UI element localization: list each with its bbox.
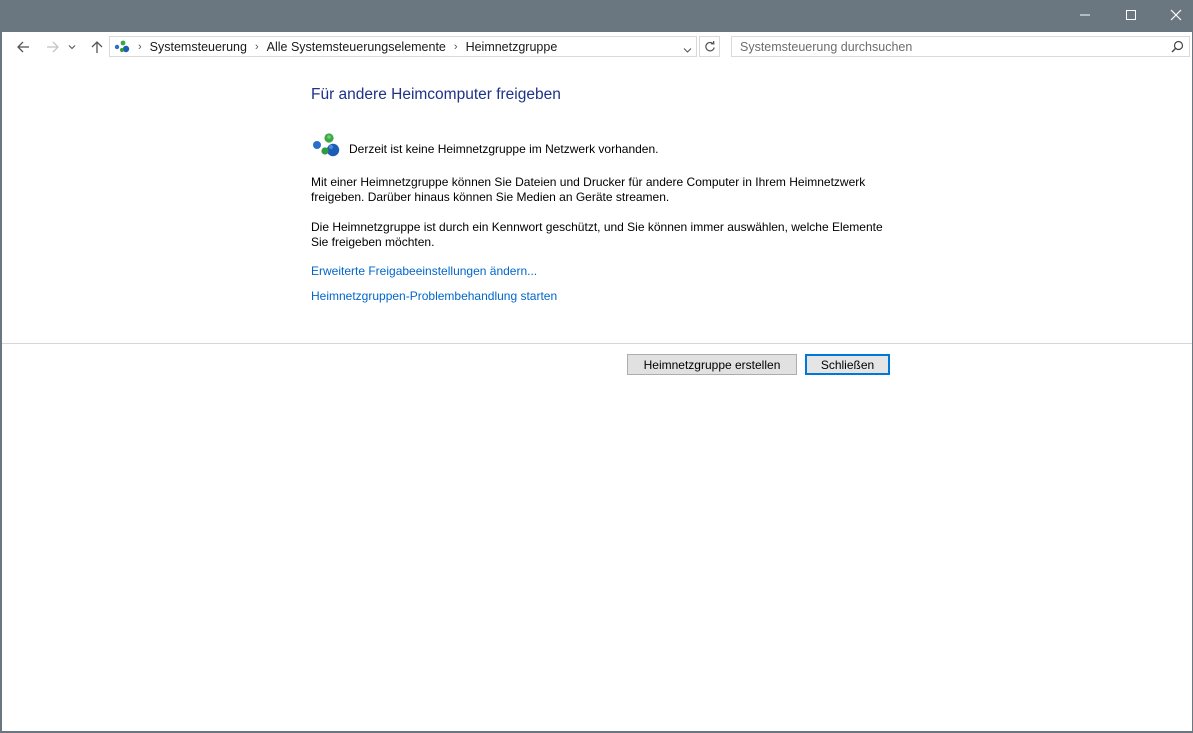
maximize-icon (1126, 10, 1136, 20)
chevron-down-icon (683, 48, 692, 53)
breadcrumb-alle-elemente[interactable]: Alle Systemsteuerungselemente (267, 40, 446, 54)
up-arrow-icon (91, 41, 103, 53)
search-icon[interactable] (1171, 40, 1184, 56)
description-paragraph: Mit einer Heimnetzgruppe können Sie Date… (311, 175, 866, 204)
address-dropdown-button[interactable] (683, 43, 692, 57)
status-message: Derzeit ist keine Heimnetzgruppe im Netz… (349, 141, 659, 156)
homegroup-window: › Systemsteuerung › Alle Systemsteuerung… (0, 0, 1193, 733)
refresh-icon (704, 40, 715, 51)
status-row: Derzeit ist keine Heimnetzgruppe im Netz… (311, 132, 658, 165)
divider (2, 343, 1192, 344)
chevron-right-icon: › (254, 40, 259, 53)
back-arrow-icon (17, 41, 29, 53)
recent-locations-button[interactable] (65, 36, 79, 58)
maximize-button[interactable] (1108, 0, 1154, 30)
chevron-down-icon (68, 45, 76, 50)
close-icon (1170, 9, 1182, 21)
chevron-right-icon: › (138, 40, 142, 53)
title-bar[interactable] (0, 0, 1193, 32)
navigation-bar: › Systemsteuerung › Alle Systemsteuerung… (2, 32, 1192, 62)
advanced-sharing-settings-link[interactable]: Erweiterte Freigabeeinstellungen ändern.… (311, 264, 537, 278)
create-homegroup-button[interactable]: Heimnetzgruppe erstellen (627, 354, 797, 375)
password-info-paragraph: Die Heimnetzgruppe ist durch ein Kennwor… (311, 220, 883, 249)
close-window-button[interactable] (1153, 0, 1193, 30)
search-placeholder: Systemsteuerung durchsuchen (740, 39, 913, 54)
chevron-right-icon: › (453, 40, 458, 53)
breadcrumb-heimnetzgruppe[interactable]: Heimnetzgruppe (466, 40, 558, 54)
refresh-button[interactable] (699, 36, 720, 57)
search-input[interactable]: Systemsteuerung durchsuchen (731, 36, 1190, 57)
address-bar[interactable]: › Systemsteuerung › Alle Systemsteuerung… (109, 36, 697, 57)
close-button[interactable]: Schließen (805, 354, 890, 375)
homegroup-icon (311, 132, 341, 165)
forward-arrow-icon (47, 41, 59, 53)
page-title: Für andere Heimcomputer freigeben (311, 86, 561, 103)
back-button[interactable] (12, 36, 34, 58)
breadcrumb-systemsteuerung[interactable]: Systemsteuerung (150, 40, 247, 54)
minimize-button[interactable] (1062, 0, 1108, 30)
up-button[interactable] (86, 36, 108, 58)
minimize-icon (1080, 14, 1090, 16)
homegroup-small-icon (114, 40, 130, 54)
forward-button[interactable] (42, 36, 64, 58)
troubleshoot-link[interactable]: Heimnetzgruppen-Problembehandlung starte… (311, 289, 557, 303)
